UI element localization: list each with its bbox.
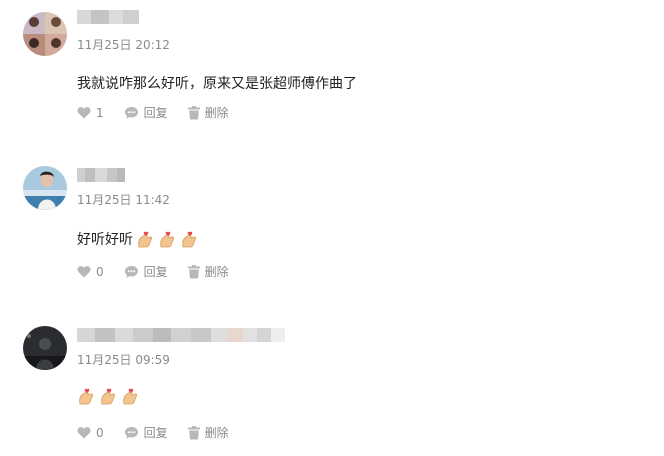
comment-text — [77, 387, 139, 405]
username-blurred[interactable] — [77, 328, 285, 342]
comment-timestamp: 11月25日 09:59 — [77, 353, 170, 367]
like-count: 0 — [96, 425, 104, 440]
heart-icon — [77, 426, 91, 439]
delete-button[interactable]: 删除 — [187, 424, 229, 441]
delete-label: 删除 — [204, 426, 229, 440]
trash-icon — [187, 425, 200, 440]
finger-heart-emoji — [101, 388, 116, 405]
comment-actions: 0 回复 删除 — [77, 424, 229, 441]
emoji-group — [77, 387, 139, 405]
finger-heart-emoji — [123, 388, 138, 405]
avatar[interactable] — [23, 326, 67, 370]
comment-item: 11月25日 09:59 0 回复 删除 — [0, 0, 664, 456]
like-button[interactable]: 0 — [77, 426, 104, 440]
reply-label: 回复 — [143, 426, 168, 440]
comment-bubble-icon — [124, 426, 139, 440]
finger-heart-emoji — [79, 388, 94, 405]
reply-button[interactable]: 回复 — [124, 424, 168, 441]
